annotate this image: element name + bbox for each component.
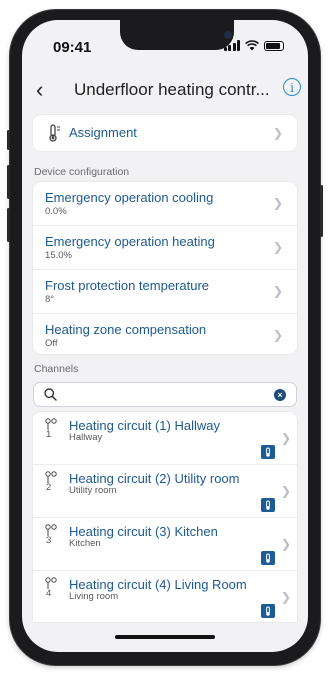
chevron-right-icon: ❯: [272, 328, 283, 342]
device-configuration-label: Device configuration: [34, 166, 130, 178]
channel-subtitle: Utility room: [69, 485, 117, 496]
config-value: 15.0%: [45, 250, 72, 261]
chevron-right-icon: ❯: [272, 284, 283, 298]
config-value: 8°: [45, 294, 55, 305]
channel-title: Heating circuit (4) Living Room: [69, 577, 247, 592]
back-chevron-icon[interactable]: ‹: [36, 78, 43, 102]
thermostat-badge-icon: [261, 445, 275, 459]
device-configuration-card: Emergency operation cooling 0.0% ❯ Emerg…: [33, 182, 297, 354]
channel-row[interactable]: 1 Heating circuit (1) Hallway Hallway ❯: [33, 412, 297, 464]
navigation-bar: ‹ Underfloor heating contr... i: [22, 78, 308, 108]
chevron-right-icon: ❯: [272, 240, 283, 254]
wifi-icon: [245, 40, 259, 51]
search-input[interactable]: ×: [33, 382, 297, 407]
volume-up-button: [7, 165, 10, 199]
config-value: 0.0%: [45, 206, 67, 217]
power-button: [320, 185, 323, 237]
channel-row[interactable]: 2 Heating circuit (2) Utility room Utili…: [33, 464, 297, 517]
home-indicator[interactable]: [115, 635, 215, 639]
channel-title: Heating circuit (2) Utility room: [69, 471, 240, 486]
chevron-right-icon: ❯: [272, 126, 283, 140]
config-title: Heating zone compensation: [45, 322, 207, 337]
page-title: Underfloor heating contr...: [74, 80, 270, 99]
status-icons: [223, 40, 284, 51]
chevron-right-icon: ❯: [280, 431, 291, 445]
battery-icon: [264, 40, 284, 51]
channel-row[interactable]: 4 Heating circuit (4) Living Room Living…: [33, 570, 297, 623]
channel-row[interactable]: 3 Heating circuit (3) Kitchen Kitchen ❯: [33, 517, 297, 570]
config-row-zone-compensation[interactable]: Heating zone compensation Off ❯: [33, 313, 297, 356]
screen: 09:41 ‹ Underfloor heating contr... i As…: [22, 20, 308, 652]
status-time: 09:41: [53, 39, 92, 56]
config-title: Frost protection temperature: [45, 278, 210, 293]
channel-number: 1: [46, 429, 52, 440]
search-icon: [44, 388, 57, 401]
channel-number: 3: [46, 535, 52, 546]
config-row-heating[interactable]: Emergency operation heating 15.0% ❯: [33, 225, 297, 269]
channel-title: Heating circuit (1) Hallway: [69, 418, 220, 433]
thermometer-icon: [49, 124, 60, 142]
config-value: Off: [45, 338, 58, 349]
config-title: Emergency operation heating: [45, 234, 215, 249]
channels-card: 1 Heating circuit (1) Hallway Hallway ❯ …: [33, 412, 297, 622]
channel-subtitle: Living room: [69, 591, 119, 602]
chevron-right-icon: ❯: [280, 484, 291, 498]
channel-title: Heating circuit (3) Kitchen: [69, 524, 218, 539]
mute-switch: [7, 130, 10, 150]
thermostat-badge-icon: [261, 551, 275, 565]
chevron-right-icon: ❯: [272, 196, 283, 210]
camera: [224, 31, 232, 39]
chevron-right-icon: ❯: [280, 590, 291, 604]
thermostat-badge-icon: [261, 604, 275, 618]
channel-number: 2: [46, 482, 52, 493]
notch: [120, 20, 234, 50]
channel-subtitle: Hallway: [69, 432, 103, 443]
channels-label: Channels: [34, 363, 79, 375]
assignment-card[interactable]: Assignment ❯: [33, 115, 297, 151]
channel-subtitle: Kitchen: [69, 538, 101, 549]
config-row-cooling[interactable]: Emergency operation cooling 0.0% ❯: [33, 182, 297, 225]
signal-icon: [223, 40, 240, 51]
thermostat-badge-icon: [261, 498, 275, 512]
volume-down-button: [7, 208, 10, 242]
channel-number: 4: [46, 588, 52, 599]
assignment-label: Assignment: [69, 125, 137, 140]
chevron-right-icon: ❯: [280, 537, 291, 551]
clear-search-icon[interactable]: ×: [274, 389, 286, 401]
info-icon[interactable]: i: [283, 78, 301, 96]
config-row-frost[interactable]: Frost protection temperature 8° ❯: [33, 269, 297, 313]
config-title: Emergency operation cooling: [45, 190, 214, 205]
